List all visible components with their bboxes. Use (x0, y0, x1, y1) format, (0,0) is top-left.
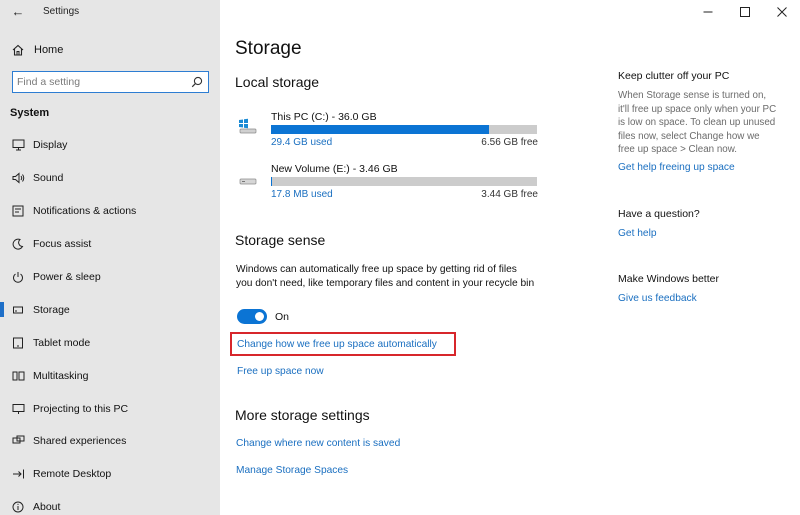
toggle-state-label: On (275, 311, 290, 323)
sidebar-item-multitasking[interactable]: Multitasking (0, 359, 220, 392)
sidebar-item-label: Multitasking (33, 369, 89, 382)
page-title: Storage (235, 38, 302, 59)
sidebar-item-label: Projecting to this PC (33, 402, 129, 415)
sidebar-item-label: Remote Desktop (33, 468, 112, 481)
change-new-content-location-link[interactable]: Change where new content is saved (236, 438, 400, 449)
question-heading: Have a question? (618, 208, 700, 220)
make-windows-better-heading: Make Windows better (618, 273, 719, 285)
sidebar-item-label: Power & sleep (33, 271, 101, 283)
sidebar-item-label: Focus assist (33, 238, 92, 251)
get-help-link[interactable]: Get help (618, 228, 657, 239)
sidebar-item-label: Display (33, 139, 68, 152)
close-button[interactable] (763, 0, 800, 24)
drive-usage-fill (271, 125, 490, 134)
sidebar-item-label: About (33, 501, 61, 514)
sidebar-nav: Display Sound Notifications & actions Fo… (0, 129, 220, 515)
sidebar-item-label: Tablet mode (33, 336, 91, 349)
drive-name: This PC (C:) - 36.0 GB (271, 111, 377, 123)
home-nav-item[interactable]: Home (10, 40, 63, 60)
tablet-icon (11, 336, 25, 350)
sidebar-item-shared-experiences[interactable]: Shared experiences (0, 425, 220, 458)
drive-free: 3.44 GB free (481, 189, 538, 200)
back-button[interactable]: ← (8, 3, 28, 21)
projecting-icon (11, 402, 25, 416)
window-controls (689, 0, 800, 24)
sidebar-item-about[interactable]: About (0, 491, 220, 515)
sidebar-item-remote-desktop[interactable]: Remote Desktop (0, 458, 220, 491)
multitasking-icon (11, 369, 25, 383)
storage-sense-toggle[interactable] (237, 309, 267, 324)
back-arrow-icon: ← (11, 4, 25, 19)
notifications-icon (11, 204, 25, 218)
drive-icon (238, 170, 258, 186)
sound-icon (11, 171, 25, 185)
main-content: Storage Local storage This PC (C:) - 36.… (220, 0, 800, 515)
sidebar-item-sound[interactable]: Sound (0, 162, 220, 195)
drive-used: 17.8 MB used (271, 189, 333, 200)
drive-name: New Volume (E:) - 3.46 GB (271, 163, 398, 175)
app-title: Settings (43, 6, 80, 17)
sidebar-item-label: Shared experiences (33, 435, 127, 448)
sidebar-item-tablet-mode[interactable]: Tablet mode (0, 326, 220, 359)
free-up-space-now-link[interactable]: Free up space now (237, 366, 324, 377)
drive-usage-fill (271, 177, 273, 186)
local-storage-heading: Local storage (235, 74, 320, 90)
about-icon (11, 500, 25, 514)
section-heading: System (10, 107, 50, 119)
sidebar-item-label: Storage (33, 303, 70, 316)
home-label: Home (34, 44, 64, 56)
sidebar-item-storage[interactable]: Storage (0, 293, 220, 326)
give-feedback-link[interactable]: Give us feedback (618, 293, 697, 304)
more-storage-settings-heading: More storage settings (235, 407, 370, 423)
clutter-text: When Storage sense is turned on, it'll f… (618, 90, 777, 155)
manage-storage-spaces-link[interactable]: Manage Storage Spaces (236, 465, 348, 476)
change-free-up-space-link[interactable]: Change how we free up space automaticall… (237, 339, 437, 350)
system-drive-icon (238, 118, 258, 134)
remote-desktop-icon (11, 467, 25, 481)
drive-usage-bar (271, 125, 537, 134)
clutter-heading: Keep clutter off your PC (618, 70, 730, 82)
minimize-button[interactable] (689, 0, 726, 24)
drive-used: 29.4 GB used (271, 137, 333, 148)
storage-sense-heading: Storage sense (235, 232, 326, 248)
maximize-icon (739, 7, 750, 17)
close-icon (776, 7, 787, 17)
sidebar-item-label: Notifications & actions (33, 205, 137, 218)
sidebar-item-projecting[interactable]: Projecting to this PC (0, 392, 220, 425)
search-box[interactable] (12, 71, 209, 93)
storage-icon (11, 303, 25, 317)
display-icon (11, 138, 25, 152)
shared-experiences-icon (11, 434, 25, 448)
help-freeing-space-link[interactable]: Get help freeing up space (618, 162, 735, 173)
home-icon (10, 42, 26, 58)
focus-assist-icon (11, 237, 25, 251)
drive-free: 6.56 GB free (481, 137, 538, 148)
sidebar-item-notifications[interactable]: Notifications & actions (0, 195, 220, 228)
drive-usage-bar (271, 177, 537, 186)
storage-sense-description: Windows can automatically free up space … (236, 264, 535, 289)
sidebar-item-power-sleep[interactable]: Power & sleep (0, 261, 220, 294)
sidebar-item-focus-assist[interactable]: Focus assist (0, 228, 220, 261)
search-icon[interactable] (190, 75, 204, 89)
sidebar-item-display[interactable]: Display (0, 129, 220, 162)
minimize-icon (703, 11, 712, 13)
sidebar: ← Settings Home System Display Sound Not… (0, 0, 220, 515)
sidebar-item-label: Sound (33, 172, 64, 185)
title-bar: ← Settings (0, 0, 220, 24)
maximize-button[interactable] (726, 0, 763, 24)
power-icon (11, 270, 25, 284)
toggle-knob (255, 312, 264, 321)
search-input[interactable] (17, 74, 187, 89)
